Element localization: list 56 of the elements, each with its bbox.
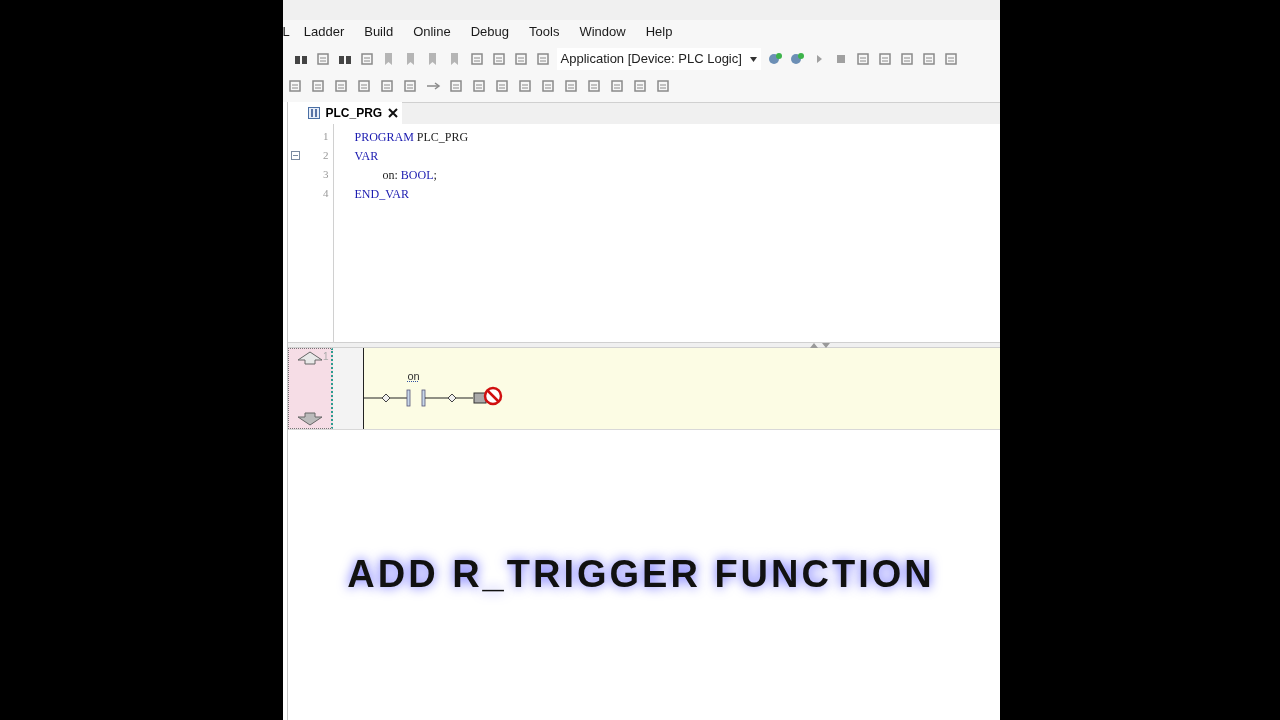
menu-item[interactable]: Build (364, 22, 394, 42)
list-icon[interactable] (401, 78, 418, 94)
ladder-icon (307, 107, 320, 119)
code-line: END_VAR (354, 185, 410, 203)
line-number: 1 (323, 129, 329, 145)
menu-item[interactable]: Help (645, 22, 673, 42)
dropdown-caret-icon (749, 56, 757, 62)
list-icon[interactable] (516, 78, 533, 94)
list-icon[interactable] (920, 51, 937, 67)
menu-item[interactable]: Tools (529, 22, 560, 42)
list-icon[interactable] (468, 51, 485, 67)
rung-number: 1 (322, 350, 329, 364)
list-icon[interactable] (854, 51, 871, 67)
list-icon[interactable] (355, 78, 372, 94)
close-icon[interactable] (388, 108, 399, 118)
list-icon[interactable] (876, 51, 893, 67)
menu-item[interactable]: Debug (470, 22, 510, 42)
code-line: on: BOOL; (381, 166, 438, 184)
list-icon[interactable] (585, 78, 602, 94)
line-number: 4 (323, 186, 329, 202)
list-icon[interactable] (286, 78, 303, 94)
list-icon[interactable] (493, 78, 510, 94)
list-icon[interactable] (314, 51, 331, 67)
menu-item[interactable]: L (282, 22, 290, 42)
list-icon[interactable] (631, 78, 648, 94)
tab-label: PLC_PRG (325, 105, 383, 122)
list-icon[interactable] (358, 51, 375, 67)
code-line: PROGRAM PLC_PRG (354, 128, 469, 146)
list-icon[interactable] (378, 78, 395, 94)
list-icon[interactable] (539, 78, 556, 94)
list-icon[interactable] (470, 78, 487, 94)
list-icon[interactable] (490, 51, 507, 67)
list-icon[interactable] (447, 78, 464, 94)
menu-item[interactable]: Online (413, 22, 451, 42)
list-icon[interactable] (942, 51, 959, 67)
splitter-arrows-icon[interactable] (809, 342, 830, 348)
menu-item[interactable]: Ladder (303, 22, 345, 42)
editor-tab[interactable]: PLC_PRG (287, 102, 403, 124)
line-number: 3 (323, 167, 329, 183)
list-icon[interactable] (654, 78, 671, 94)
collapse-icon[interactable] (291, 151, 300, 160)
code-line: VAR (354, 147, 380, 165)
down-arrow-icon[interactable] (296, 412, 323, 426)
up-arrow-icon[interactable] (296, 351, 323, 365)
list-icon[interactable] (512, 51, 529, 67)
contact-variable: on (407, 369, 420, 384)
list-icon[interactable] (534, 51, 551, 67)
list-icon[interactable] (562, 78, 579, 94)
list-icon[interactable] (309, 78, 326, 94)
video-caption: ADD R_TRIGGER FUNCTION (346, 552, 936, 597)
list-icon[interactable] (332, 78, 349, 94)
list-icon[interactable] (608, 78, 625, 94)
application-selector[interactable]: Application [Device: PLC Logic] (556, 48, 761, 70)
menu-item[interactable]: Window (579, 22, 626, 42)
list-icon[interactable] (898, 51, 915, 67)
line-number: 2 (323, 148, 329, 164)
